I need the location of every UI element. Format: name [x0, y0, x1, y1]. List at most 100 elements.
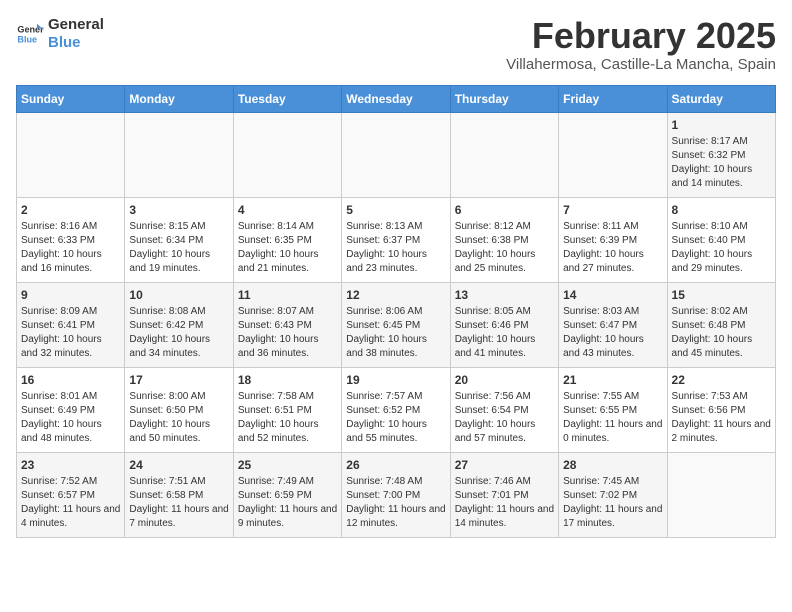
day-info-line: Sunset: 6:52 PM: [346, 404, 445, 418]
day-info-line: Daylight: 11 hours and 4 minutes.: [21, 503, 120, 531]
day-info-line: Daylight: 11 hours and 9 minutes.: [238, 503, 337, 531]
calendar-cell: 23Sunrise: 7:52 AMSunset: 6:57 PMDayligh…: [17, 452, 125, 537]
day-number: 6: [455, 202, 554, 219]
day-header-wednesday: Wednesday: [342, 85, 450, 112]
day-number: 7: [563, 202, 662, 219]
calendar-cell: [342, 112, 450, 197]
day-info-line: Sunset: 6:38 PM: [455, 234, 554, 248]
day-info-line: Daylight: 11 hours and 14 minutes.: [455, 503, 554, 531]
day-number: 1: [672, 117, 771, 134]
day-number: 27: [455, 457, 554, 474]
day-info-line: Sunrise: 8:09 AM: [21, 305, 120, 319]
calendar-week-row: 9Sunrise: 8:09 AMSunset: 6:41 PMDaylight…: [17, 282, 776, 367]
day-info-line: Daylight: 10 hours and 21 minutes.: [238, 248, 337, 276]
day-number: 26: [346, 457, 445, 474]
day-info-line: Sunrise: 8:10 AM: [672, 220, 771, 234]
day-info-line: Sunrise: 8:06 AM: [346, 305, 445, 319]
day-info-line: Daylight: 10 hours and 25 minutes.: [455, 248, 554, 276]
day-header-friday: Friday: [559, 85, 667, 112]
calendar-cell: 28Sunrise: 7:45 AMSunset: 7:02 PMDayligh…: [559, 452, 667, 537]
day-info-line: Sunset: 6:39 PM: [563, 234, 662, 248]
calendar-cell: [233, 112, 341, 197]
day-info-line: Sunset: 6:50 PM: [129, 404, 228, 418]
day-info-line: Daylight: 10 hours and 41 minutes.: [455, 333, 554, 361]
calendar-cell: 18Sunrise: 7:58 AMSunset: 6:51 PMDayligh…: [233, 367, 341, 452]
day-info-line: Sunset: 7:00 PM: [346, 489, 445, 503]
day-info-line: Sunrise: 8:16 AM: [21, 220, 120, 234]
svg-text:General: General: [17, 25, 44, 35]
logo: General Blue General Blue: [16, 16, 104, 52]
calendar-cell: 16Sunrise: 8:01 AMSunset: 6:49 PMDayligh…: [17, 367, 125, 452]
day-number: 2: [21, 202, 120, 219]
calendar-cell: 8Sunrise: 8:10 AMSunset: 6:40 PMDaylight…: [667, 197, 775, 282]
day-info-line: Sunrise: 8:00 AM: [129, 390, 228, 404]
day-info-line: Sunrise: 7:58 AM: [238, 390, 337, 404]
calendar-cell: 20Sunrise: 7:56 AMSunset: 6:54 PMDayligh…: [450, 367, 558, 452]
calendar-cell: 19Sunrise: 7:57 AMSunset: 6:52 PMDayligh…: [342, 367, 450, 452]
month-title: February 2025: [506, 16, 776, 56]
calendar-cell: [667, 452, 775, 537]
day-number: 23: [21, 457, 120, 474]
day-info-line: Sunrise: 8:14 AM: [238, 220, 337, 234]
calendar-cell: 14Sunrise: 8:03 AMSunset: 6:47 PMDayligh…: [559, 282, 667, 367]
day-info-line: Daylight: 10 hours and 43 minutes.: [563, 333, 662, 361]
day-info-line: Daylight: 10 hours and 14 minutes.: [672, 163, 771, 191]
calendar-cell: 25Sunrise: 7:49 AMSunset: 6:59 PMDayligh…: [233, 452, 341, 537]
day-info-line: Daylight: 10 hours and 16 minutes.: [21, 248, 120, 276]
day-number: 20: [455, 372, 554, 389]
day-info-line: Sunrise: 8:12 AM: [455, 220, 554, 234]
day-info-line: Sunset: 6:46 PM: [455, 319, 554, 333]
day-info-line: Sunset: 6:48 PM: [672, 319, 771, 333]
day-number: 3: [129, 202, 228, 219]
calendar-cell: 2Sunrise: 8:16 AMSunset: 6:33 PMDaylight…: [17, 197, 125, 282]
day-info-line: Daylight: 10 hours and 50 minutes.: [129, 418, 228, 446]
day-info-line: Sunrise: 7:49 AM: [238, 475, 337, 489]
calendar-cell: 5Sunrise: 8:13 AMSunset: 6:37 PMDaylight…: [342, 197, 450, 282]
day-info-line: Sunrise: 7:53 AM: [672, 390, 771, 404]
calendar-week-row: 16Sunrise: 8:01 AMSunset: 6:49 PMDayligh…: [17, 367, 776, 452]
day-info-line: Daylight: 10 hours and 29 minutes.: [672, 248, 771, 276]
day-info-line: Sunset: 6:45 PM: [346, 319, 445, 333]
logo-line1: General: [48, 16, 104, 34]
day-info-line: Daylight: 10 hours and 52 minutes.: [238, 418, 337, 446]
day-number: 8: [672, 202, 771, 219]
calendar-cell: 22Sunrise: 7:53 AMSunset: 6:56 PMDayligh…: [667, 367, 775, 452]
day-info-line: Sunrise: 8:13 AM: [346, 220, 445, 234]
day-info-line: Sunrise: 8:15 AM: [129, 220, 228, 234]
day-info-line: Sunset: 6:54 PM: [455, 404, 554, 418]
day-number: 15: [672, 287, 771, 304]
day-info-line: Sunset: 6:33 PM: [21, 234, 120, 248]
day-number: 17: [129, 372, 228, 389]
day-info-line: Sunrise: 7:46 AM: [455, 475, 554, 489]
day-info-line: Daylight: 10 hours and 55 minutes.: [346, 418, 445, 446]
logo-icon: General Blue: [16, 20, 44, 48]
calendar-cell: 11Sunrise: 8:07 AMSunset: 6:43 PMDayligh…: [233, 282, 341, 367]
day-info-line: Daylight: 11 hours and 12 minutes.: [346, 503, 445, 531]
calendar-cell: 7Sunrise: 8:11 AMSunset: 6:39 PMDaylight…: [559, 197, 667, 282]
calendar-cell: 10Sunrise: 8:08 AMSunset: 6:42 PMDayligh…: [125, 282, 233, 367]
day-info-line: Sunset: 6:34 PM: [129, 234, 228, 248]
day-info-line: Sunset: 6:49 PM: [21, 404, 120, 418]
day-number: 16: [21, 372, 120, 389]
calendar-cell: 17Sunrise: 8:00 AMSunset: 6:50 PMDayligh…: [125, 367, 233, 452]
day-info-line: Sunset: 6:43 PM: [238, 319, 337, 333]
day-info-line: Daylight: 10 hours and 34 minutes.: [129, 333, 228, 361]
day-number: 11: [238, 287, 337, 304]
day-info-line: Sunset: 6:42 PM: [129, 319, 228, 333]
calendar-cell: [125, 112, 233, 197]
day-info-line: Sunrise: 8:03 AM: [563, 305, 662, 319]
calendar-cell: [17, 112, 125, 197]
day-info-line: Sunrise: 7:56 AM: [455, 390, 554, 404]
day-number: 25: [238, 457, 337, 474]
day-number: 10: [129, 287, 228, 304]
day-info-line: Daylight: 10 hours and 19 minutes.: [129, 248, 228, 276]
day-info-line: Sunset: 6:59 PM: [238, 489, 337, 503]
calendar-cell: 3Sunrise: 8:15 AMSunset: 6:34 PMDaylight…: [125, 197, 233, 282]
day-info-line: Sunrise: 7:45 AM: [563, 475, 662, 489]
day-info-line: Daylight: 11 hours and 0 minutes.: [563, 418, 662, 446]
day-header-sunday: Sunday: [17, 85, 125, 112]
day-info-line: Sunrise: 8:11 AM: [563, 220, 662, 234]
day-header-thursday: Thursday: [450, 85, 558, 112]
day-number: 4: [238, 202, 337, 219]
day-info-line: Daylight: 10 hours and 36 minutes.: [238, 333, 337, 361]
